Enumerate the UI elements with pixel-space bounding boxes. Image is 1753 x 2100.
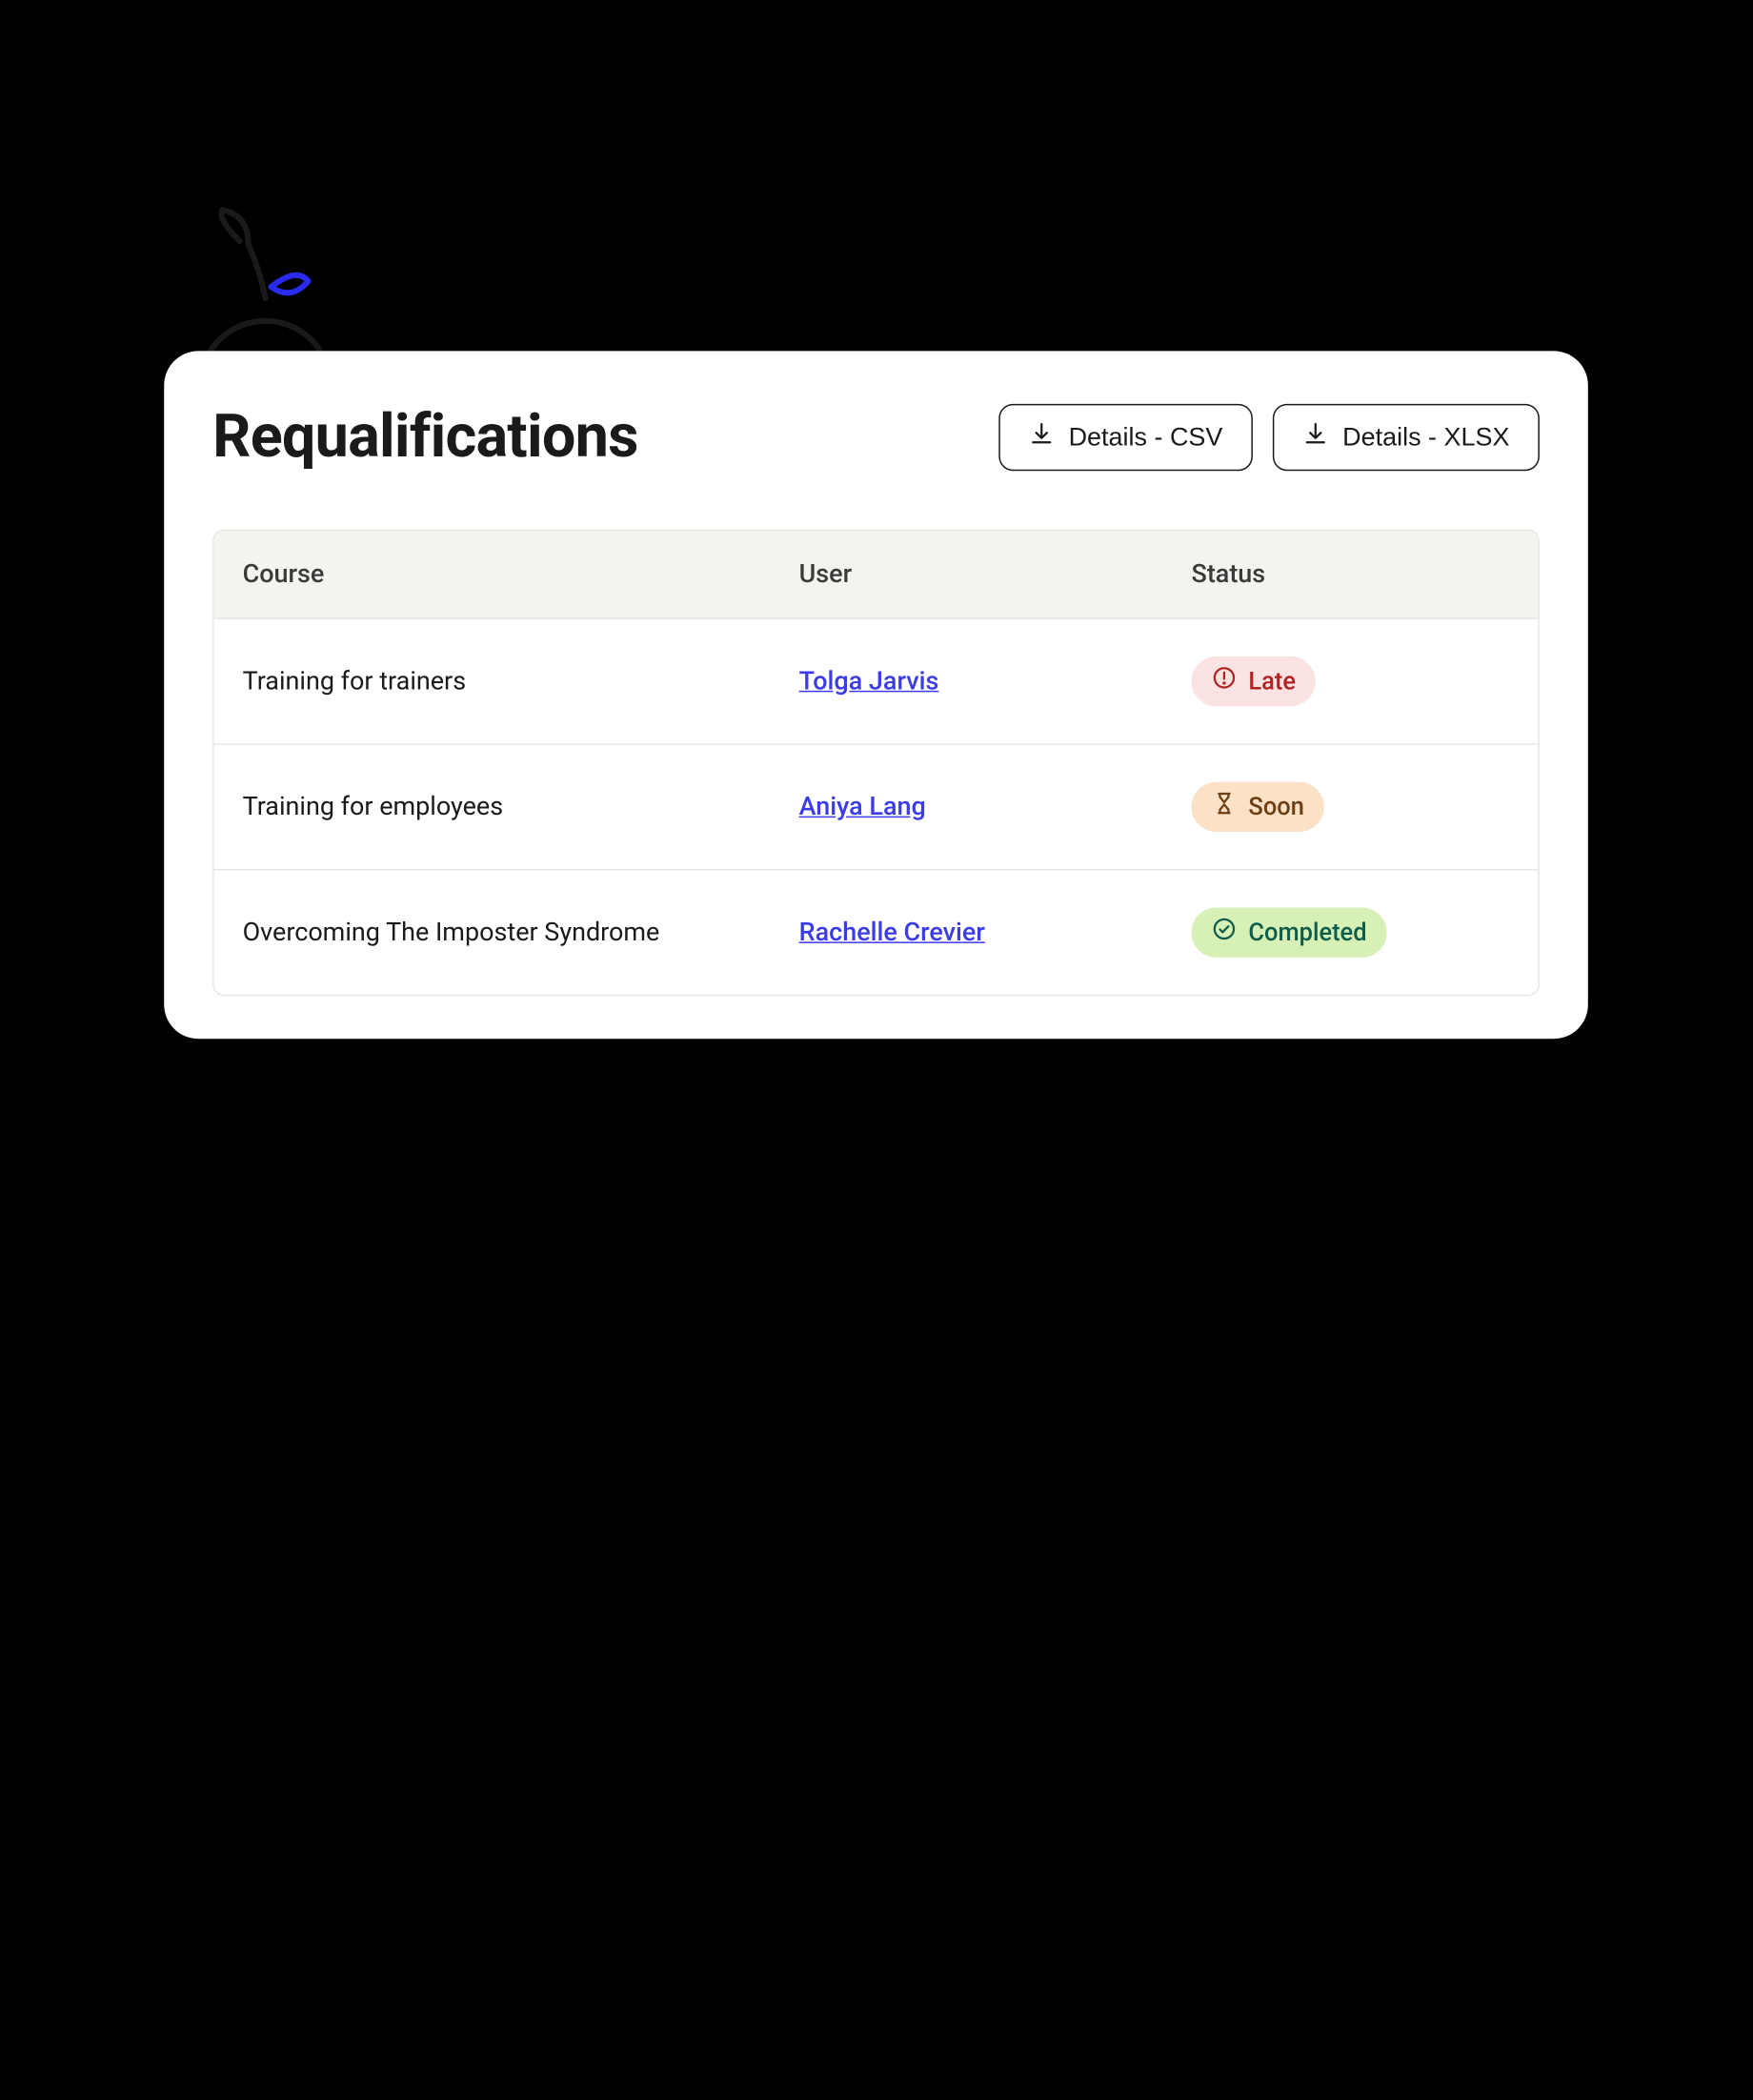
user-link[interactable]: Aniya Lang <box>799 792 926 821</box>
export-csv-label: Details - CSV <box>1069 422 1223 452</box>
download-icon <box>1029 421 1055 454</box>
page-title: Requalifications <box>212 402 638 472</box>
status-badge-late: Late <box>1191 656 1315 706</box>
status-label: Soon <box>1248 793 1303 821</box>
column-header-status: Status <box>1163 531 1539 617</box>
cell-status: Late <box>1163 619 1539 743</box>
requalifications-card: Requalifications Details - CSV <box>164 351 1588 1039</box>
table-row: Training for trainers Tolga Jarvis Late <box>214 619 1539 745</box>
check-circle-icon <box>1211 916 1237 948</box>
status-badge-soon: Soon <box>1191 782 1323 832</box>
cell-user: Tolga Jarvis <box>771 629 1163 733</box>
export-xlsx-button[interactable]: Details - XLSX <box>1273 404 1540 471</box>
status-label: Late <box>1248 667 1296 696</box>
user-link[interactable]: Rachelle Crevier <box>799 918 985 947</box>
export-buttons: Details - CSV Details - XLSX <box>998 404 1540 471</box>
card-header: Requalifications Details - CSV <box>212 402 1540 472</box>
column-header-user: User <box>771 531 1163 617</box>
export-xlsx-label: Details - XLSX <box>1342 422 1509 452</box>
cell-course: Training for trainers <box>214 629 771 733</box>
cell-status: Soon <box>1163 745 1539 869</box>
table-row: Overcoming The Imposter Syndrome Rachell… <box>214 871 1539 995</box>
user-link[interactable]: Tolga Jarvis <box>799 666 939 696</box>
alert-circle-icon <box>1211 665 1237 697</box>
cell-status: Completed <box>1163 871 1539 995</box>
cell-course: Overcoming The Imposter Syndrome <box>214 880 771 984</box>
column-header-course: Course <box>214 531 771 617</box>
table-header: Course User Status <box>214 531 1539 619</box>
hourglass-icon <box>1211 791 1237 823</box>
table-row: Training for employees Aniya Lang Soon <box>214 745 1539 871</box>
cell-course: Training for employees <box>214 755 771 858</box>
cell-user: Aniya Lang <box>771 755 1163 858</box>
status-label: Completed <box>1248 919 1366 947</box>
requalifications-table: Course User Status Training for trainers… <box>212 530 1540 997</box>
cell-user: Rachelle Crevier <box>771 880 1163 984</box>
download-icon <box>1302 421 1328 454</box>
export-csv-button[interactable]: Details - CSV <box>998 404 1253 471</box>
status-badge-completed: Completed <box>1191 907 1386 957</box>
